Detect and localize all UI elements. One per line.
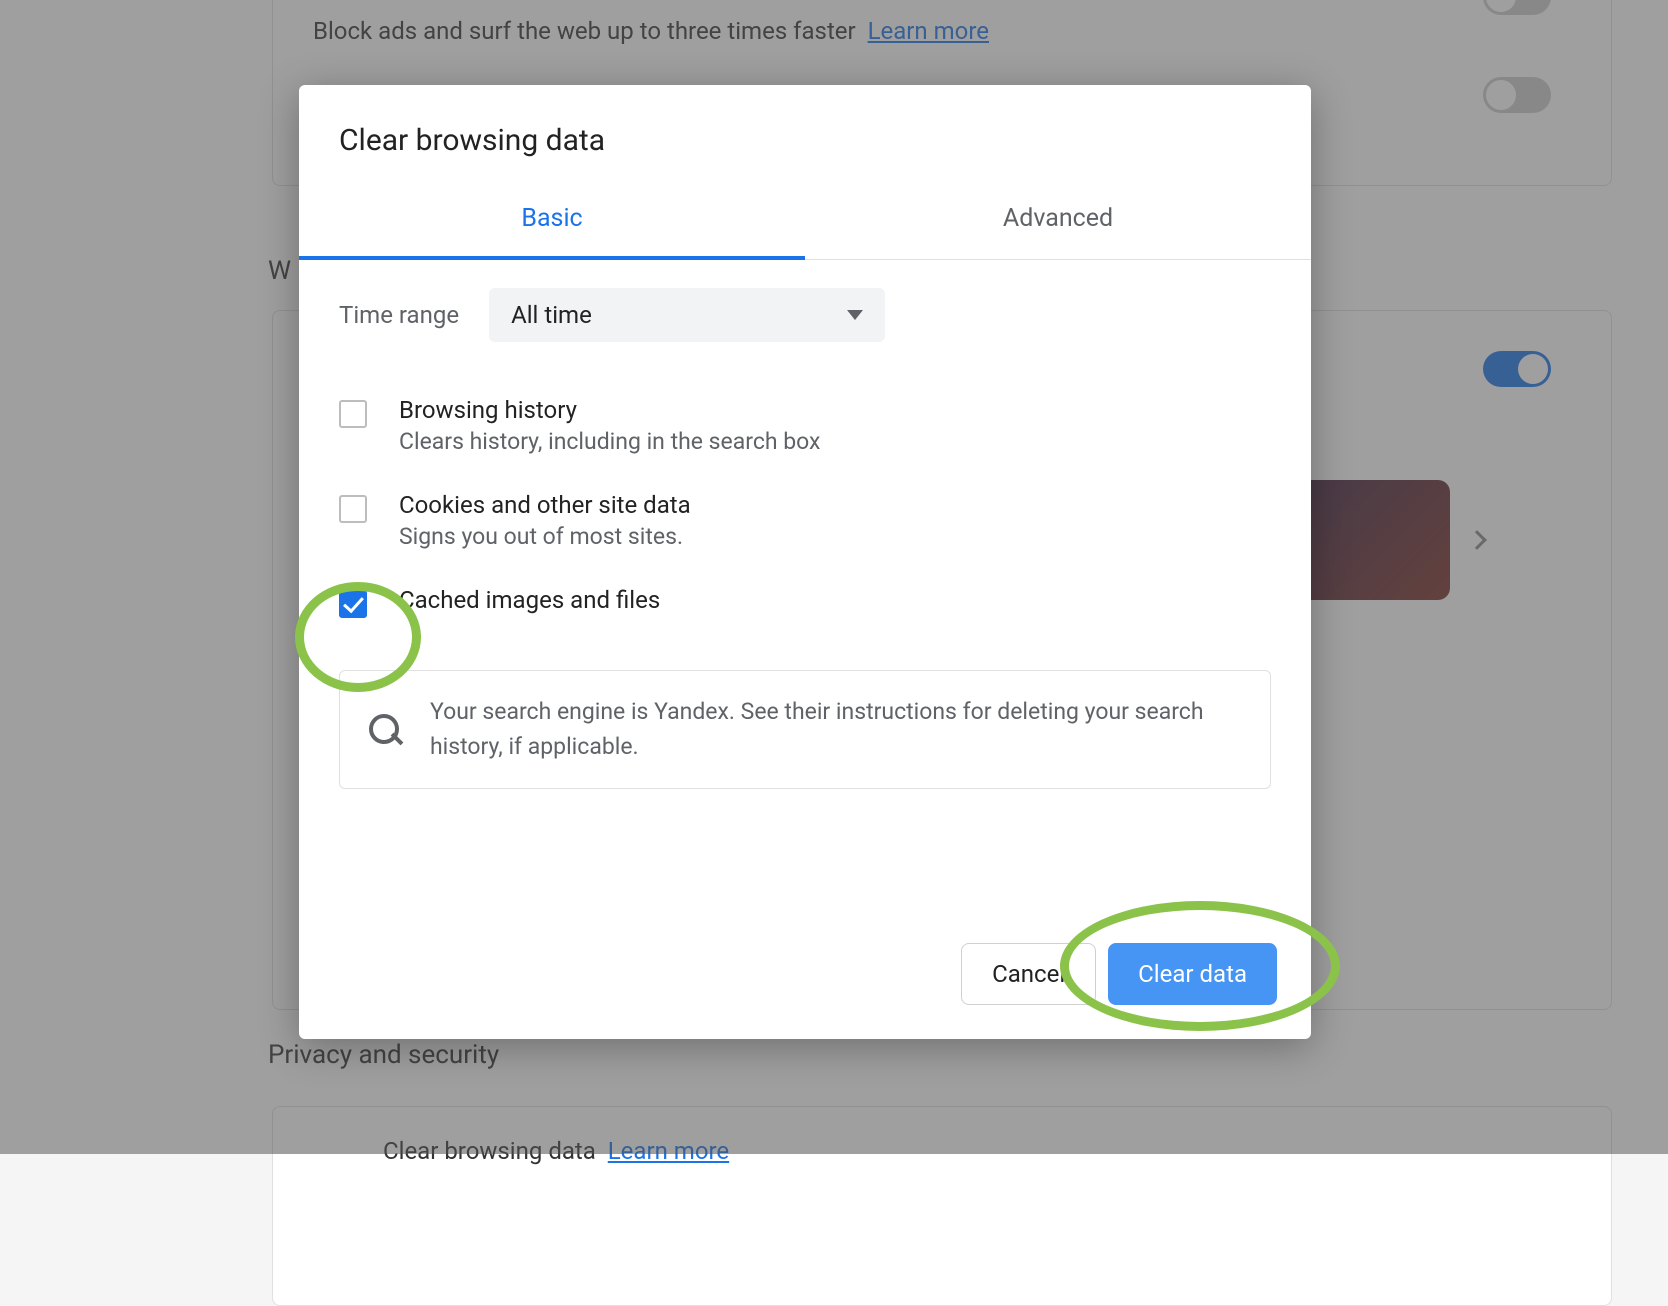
checkbox-cached[interactable] [339, 590, 367, 618]
time-range-value: All time [511, 301, 592, 329]
checkbox-cookies[interactable] [339, 495, 367, 523]
time-range-label: Time range [339, 301, 459, 329]
tab-advanced[interactable]: Advanced [805, 186, 1311, 259]
option-title: Browsing history [399, 396, 820, 424]
search-icon [368, 713, 402, 747]
option-desc: Clears history, including in the search … [399, 428, 820, 455]
search-engine-info: Your search engine is Yandex. See their … [339, 670, 1271, 789]
option-title: Cached images and files [399, 586, 660, 614]
dialog-tabs: Basic Advanced [299, 186, 1311, 260]
tab-basic[interactable]: Basic [299, 186, 805, 259]
clear-data-button[interactable]: Clear data [1108, 943, 1277, 1005]
option-browsing-history[interactable]: Browsing history Clears history, includi… [339, 378, 1271, 473]
checkbox-browsing-history[interactable] [339, 400, 367, 428]
option-title: Cookies and other site data [399, 491, 691, 519]
dialog-title: Clear browsing data [299, 85, 1311, 186]
time-range-select[interactable]: All time [489, 288, 885, 342]
option-text: Cached images and files [399, 586, 660, 618]
caret-down-icon [847, 310, 863, 320]
clear-browsing-data-dialog: Clear browsing data Basic Advanced Time … [299, 85, 1311, 1039]
time-range-row: Time range All time [339, 288, 1271, 342]
option-cookies[interactable]: Cookies and other site data Signs you ou… [339, 473, 1271, 568]
option-desc: Signs you out of most sites. [399, 523, 691, 550]
cancel-button[interactable]: Cancel [961, 943, 1096, 1005]
option-text: Cookies and other site data Signs you ou… [399, 491, 691, 550]
option-cached[interactable]: Cached images and files [339, 568, 1271, 636]
dialog-body: Time range All time Browsing history Cle… [299, 260, 1311, 925]
info-text: Your search engine is Yandex. See their … [430, 695, 1242, 764]
option-text: Browsing history Clears history, includi… [399, 396, 820, 455]
dialog-actions: Cancel Clear data [299, 925, 1311, 1039]
